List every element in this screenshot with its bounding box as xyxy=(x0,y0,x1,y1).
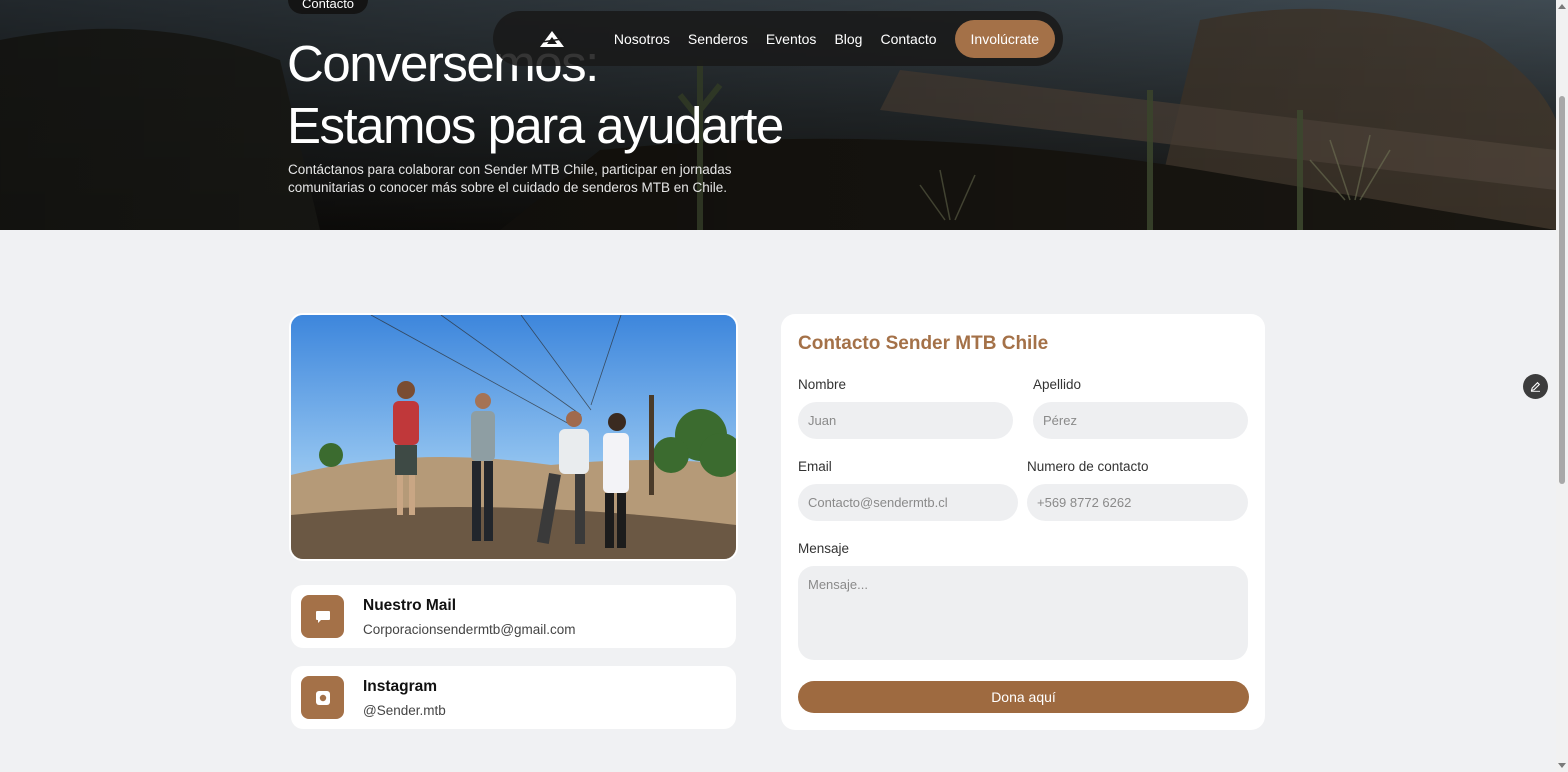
instagram-card: Instagram @Sender.mtb xyxy=(291,666,736,729)
contact-form: Contacto Sender MTB Chile Nombre Apellid… xyxy=(781,314,1265,730)
instagram-card-title: Instagram xyxy=(363,678,438,695)
page-scrollbar[interactable] xyxy=(1556,0,1568,772)
first-name-label: Nombre xyxy=(798,377,847,392)
team-photo xyxy=(289,313,738,561)
message-label: Mensaje xyxy=(798,541,850,556)
team-photo-image xyxy=(291,315,736,559)
form-title: Contacto Sender MTB Chile xyxy=(798,333,1049,354)
mountain-logo-icon[interactable] xyxy=(533,24,572,54)
last-name-label: Apellido xyxy=(1033,377,1082,392)
first-name-field[interactable] xyxy=(798,402,1013,439)
nav-link-contacto[interactable]: Contacto xyxy=(880,31,936,47)
top-navigation: Nosotros Senderos Eventos Blog Contacto … xyxy=(493,11,1063,66)
mail-card: Nuestro Mail Corporacionsendermtb@gmail.… xyxy=(291,585,736,648)
phone-field[interactable] xyxy=(1027,484,1248,521)
chat-icon xyxy=(301,595,344,638)
instagram-icon xyxy=(301,676,344,719)
scroll-down-arrow-icon[interactable] xyxy=(1558,763,1566,768)
edit-pencil-icon[interactable] xyxy=(1523,374,1548,399)
scroll-up-arrow-icon[interactable] xyxy=(1558,4,1566,9)
mail-card-title: Nuestro Mail xyxy=(363,597,457,614)
nav-link-eventos[interactable]: Eventos xyxy=(766,31,817,47)
involucrate-button[interactable]: Involúcrate xyxy=(954,19,1055,58)
hero-description: Contáctanos para colaborar con Sender MT… xyxy=(288,162,732,195)
nav-link-nosotros[interactable]: Nosotros xyxy=(614,31,670,47)
page-title-line2: Estamos para ayudarte xyxy=(287,97,784,154)
last-name-field[interactable] xyxy=(1033,402,1248,439)
nav-link-senderos[interactable]: Senderos xyxy=(688,31,748,47)
email-field[interactable] xyxy=(798,484,1018,521)
phone-label: Numero de contacto xyxy=(1027,459,1149,474)
donate-button[interactable]: Dona aquí xyxy=(798,681,1249,713)
hero-badge: Contacto xyxy=(288,0,369,14)
mail-address-link[interactable]: Corporacionsendermtb@gmail.com xyxy=(363,622,576,637)
instagram-handle-link[interactable]: @Sender.mtb xyxy=(363,703,446,718)
nav-link-blog[interactable]: Blog xyxy=(834,31,862,47)
message-field[interactable] xyxy=(798,566,1248,660)
email-label: Email xyxy=(798,459,832,474)
scrollbar-thumb[interactable] xyxy=(1559,96,1565,484)
